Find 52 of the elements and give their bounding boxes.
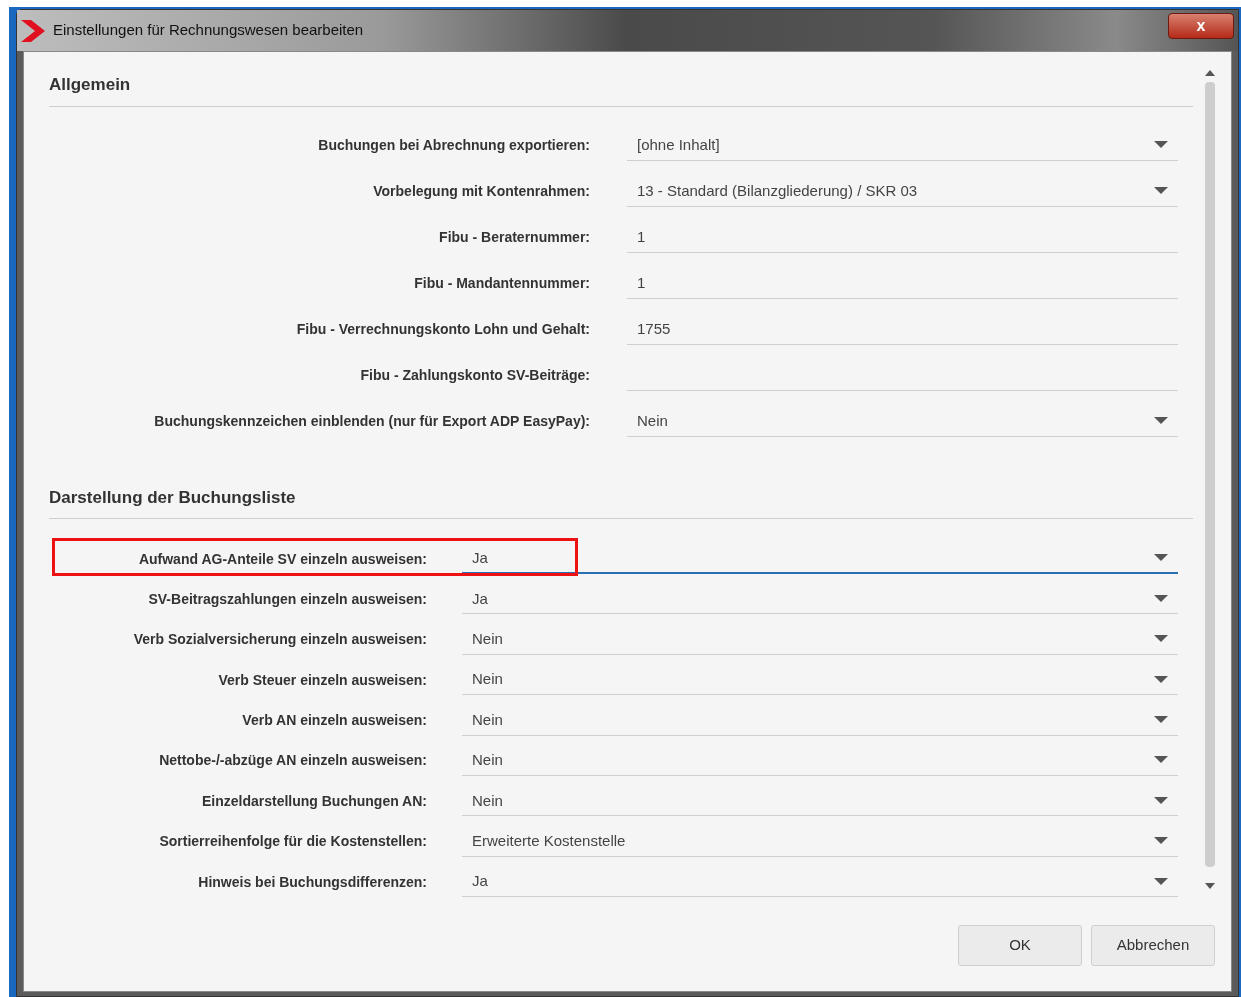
- field-label: Hinweis bei Buchungsdifferenzen:: [197, 872, 427, 892]
- field-label: Fibu - Zahlungskonto SV-Beiträge:: [359, 366, 590, 385]
- dropdown-field[interactable]: Ja: [462, 867, 1178, 898]
- dropdown-field[interactable]: Erweiterte Kostenstelle: [462, 826, 1178, 857]
- dropdown-field[interactable]: Nein: [462, 624, 1178, 655]
- dropdown-field[interactable]: Nein: [462, 705, 1178, 736]
- caret-icon: [1154, 141, 1168, 149]
- close-button[interactable]: x: [1168, 12, 1234, 39]
- input-field[interactable]: 1755: [627, 314, 1178, 345]
- caret-icon: [1154, 796, 1168, 805]
- caret-icon: [1154, 187, 1168, 195]
- dropdown-field[interactable]: Nein: [462, 665, 1178, 696]
- caret-icon: [1154, 756, 1168, 765]
- caret-icon: [1154, 716, 1168, 725]
- input-field[interactable]: 1: [627, 268, 1178, 299]
- caret-icon: [1154, 675, 1168, 684]
- scroll-down-icon[interactable]: [1205, 883, 1215, 889]
- dialog-button[interactable]: Abbrechen: [1091, 925, 1215, 967]
- field-label: Fibu - Mandantennummer:: [413, 274, 590, 293]
- field-label: Fibu - Verrechnungskonto Lohn und Gehalt:: [295, 320, 590, 339]
- caret-icon: [1154, 877, 1168, 886]
- section-heading: Darstellung der Buchungsliste: [49, 484, 1193, 519]
- dialog-button[interactable]: OK: [958, 925, 1082, 967]
- dropdown-field[interactable]: Ja: [462, 584, 1178, 615]
- caret-icon: [1154, 635, 1168, 644]
- section-heading: Allgemein: [49, 72, 1193, 107]
- dropdown-field[interactable]: Nein: [462, 786, 1178, 817]
- dropdown-field[interactable]: [ohne Inhalt]: [627, 130, 1178, 161]
- field-label: SV-Beitragszahlungen einzeln ausweisen:: [147, 589, 427, 609]
- scroll-up-icon[interactable]: [1205, 70, 1215, 76]
- field-label: Buchungen bei Abrechnung exportieren:: [317, 136, 590, 155]
- field-label: Verb Steuer einzeln ausweisen:: [217, 670, 427, 690]
- caret-icon: [1154, 837, 1168, 846]
- dropdown-field[interactable]: Nein: [627, 406, 1178, 437]
- chevron-logo-icon: [21, 19, 45, 42]
- caret-icon: [1154, 417, 1168, 425]
- field-label: Verb AN einzeln ausweisen:: [241, 711, 427, 731]
- window-title: Einstellungen für Rechnungswesen bearbeiten: [53, 20, 364, 41]
- dropdown-field[interactable]: 13 - Standard (Bilanzgliederung) / SKR 03: [627, 176, 1178, 207]
- caret-icon: [1154, 554, 1168, 562]
- field-label: Fibu - Beraternummer:: [438, 228, 590, 247]
- field-label: Aufwand AG-Anteile SV einzeln ausweisen:: [137, 549, 427, 569]
- field-label: Verb Sozialversicherung einzeln ausweisen:: [132, 630, 427, 650]
- field-label: Vorbelegung mit Kontenrahmen:: [372, 182, 590, 201]
- input-field[interactable]: 1: [627, 222, 1178, 253]
- caret-icon: [1154, 594, 1168, 603]
- dropdown-field[interactable]: Ja: [462, 544, 1178, 574]
- field-label: Buchungskennzeichen einblenden (nur für Export ADP EasyPay):: [153, 412, 590, 431]
- field-label: Sortierreihenfolge für die Kostenstellen:: [158, 832, 427, 852]
- field-label: Nettobe-/-abzüge AN einzeln ausweisen:: [158, 751, 427, 771]
- dropdown-field[interactable]: Nein: [462, 745, 1178, 776]
- field-label: Einzeldarstellung Buchungen AN:: [200, 791, 427, 811]
